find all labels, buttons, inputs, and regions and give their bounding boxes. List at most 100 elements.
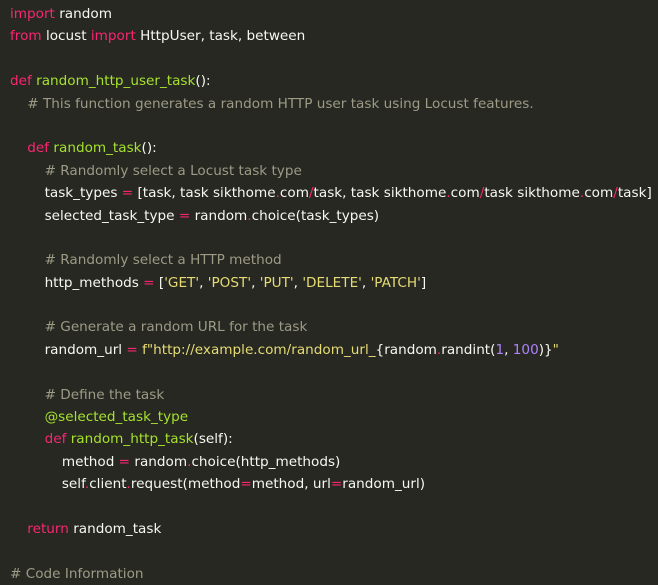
code-line[interactable] [0, 361, 658, 383]
code-token: client [89, 476, 127, 493]
code-token: 'PUT' [259, 274, 294, 291]
code-line[interactable]: http_methods = ['GET', 'POST', 'PUT', 'D… [0, 272, 658, 294]
code-token: random_http_user_task [36, 73, 196, 90]
code-token: = [118, 453, 131, 470]
code-editor[interactable]: import random from locust import HttpUser… [0, 0, 658, 582]
code-token: choice(task_types) [251, 207, 380, 224]
code-token: random_url) [342, 476, 426, 493]
code-token: 'DELETE' [302, 274, 362, 291]
code-token: # This function generates a random HTTP … [10, 95, 534, 112]
code-token: 1 [495, 341, 505, 358]
code-token: 'GET' [164, 274, 200, 291]
code-token: random_url [10, 341, 127, 358]
code-token: = [240, 476, 252, 493]
code-token: task sikthome [484, 185, 580, 202]
code-token: = [330, 476, 343, 493]
code-token: randint( [441, 341, 496, 358]
code-token: selected_task_type [10, 207, 179, 224]
code-token: com [279, 185, 309, 202]
code-token: = [178, 207, 191, 224]
code-token: random [130, 453, 188, 470]
code-token: (): [141, 140, 157, 157]
code-line[interactable]: # Randomly select a HTTP method [0, 249, 658, 271]
code-line[interactable]: method = random.choice(http_methods) [0, 451, 658, 473]
code-line[interactable]: def random_task(): [0, 137, 658, 159]
code-token: # Generate a random URL for the task [10, 319, 308, 336]
code-line[interactable]: import random [0, 3, 658, 25]
code-token: import [10, 6, 55, 22]
code-token: method, url [251, 476, 331, 493]
code-line[interactable]: random_url = f"http://example.com/random… [0, 339, 658, 361]
code-token: locust [41, 28, 91, 45]
code-token: http_methods [10, 274, 144, 291]
code-token: = [126, 341, 138, 358]
code-token: random_task [53, 140, 142, 157]
code-token: # Define the task [10, 386, 165, 403]
code-line[interactable]: selected_task_type = random.choice(task_… [0, 205, 658, 227]
code-token: f"http://example.com/random_url_ [142, 341, 376, 358]
code-token: from [10, 28, 42, 45]
code-line[interactable]: # This function generates a random HTTP … [0, 93, 658, 115]
code-token: @selected_task_type [10, 409, 189, 426]
code-token: method [10, 453, 119, 470]
code-token: 100 [512, 341, 539, 358]
code-token: def [10, 73, 32, 90]
code-token: # Randomly select a HTTP method [10, 252, 282, 269]
code-token: com [584, 185, 614, 202]
code-token: (self): [193, 431, 233, 448]
code-token: {random [375, 341, 437, 358]
code-token: choice(http_methods) [191, 453, 341, 470]
code-line[interactable] [0, 294, 658, 316]
code-line[interactable]: def random_http_user_task(): [0, 70, 658, 92]
code-line[interactable]: task_types = [task, task sikthome.com/ta… [0, 182, 658, 204]
code-line[interactable]: # Randomly select a Locust task type [0, 160, 658, 182]
code-token: request(method [130, 476, 241, 493]
code-line[interactable]: return random_task [0, 518, 658, 540]
code-token: com [450, 185, 480, 202]
code-token: random [190, 207, 248, 224]
code-token: , [293, 274, 303, 291]
code-token: random_task [68, 520, 162, 537]
code-line[interactable]: @selected_task_type [0, 406, 658, 428]
code-token: def [27, 140, 50, 157]
code-token: import [90, 28, 136, 45]
code-line[interactable]: # Code Information [0, 563, 658, 585]
code-line[interactable]: from locust import HttpUser, task, betwe… [0, 25, 658, 47]
code-line[interactable] [0, 115, 658, 137]
code-line[interactable] [0, 227, 658, 249]
code-token: " [552, 341, 559, 358]
code-token: 'POST' [207, 274, 252, 291]
code-line[interactable] [0, 496, 658, 518]
code-token: (): [195, 73, 211, 90]
code-token: [task, task sikthome [133, 185, 276, 202]
code-line[interactable]: self.client.request(method=method, url=r… [0, 473, 658, 495]
code-token: [ [154, 274, 165, 291]
code-token: # Code Information [10, 565, 144, 582]
code-token: , [251, 274, 260, 291]
code-line[interactable] [0, 48, 658, 70]
code-token: random [54, 6, 112, 22]
code-token: , [504, 341, 513, 358]
code-line[interactable]: def random_http_task(self): [0, 428, 658, 450]
code-token: )} [538, 341, 553, 358]
code-token: , [361, 274, 371, 291]
code-line[interactable]: # Define the task [0, 384, 658, 406]
code-token: def [44, 431, 67, 448]
code-token: return [27, 520, 69, 537]
code-token: = [143, 274, 155, 291]
code-line[interactable]: # Generate a random URL for the task [0, 316, 658, 338]
code-token: = [121, 185, 134, 202]
code-token: task_types [10, 185, 122, 202]
code-token: , [199, 274, 208, 291]
code-line[interactable] [0, 540, 658, 562]
code-token: 'PATCH' [370, 274, 421, 291]
code-token: self [10, 476, 85, 493]
code-token: task, task sikthome [313, 185, 447, 202]
code-token: # Randomly select a Locust task type [10, 162, 302, 179]
code-token: ] [420, 274, 427, 291]
code-token: task] [617, 185, 652, 202]
code-token: random_http_task [70, 431, 194, 448]
